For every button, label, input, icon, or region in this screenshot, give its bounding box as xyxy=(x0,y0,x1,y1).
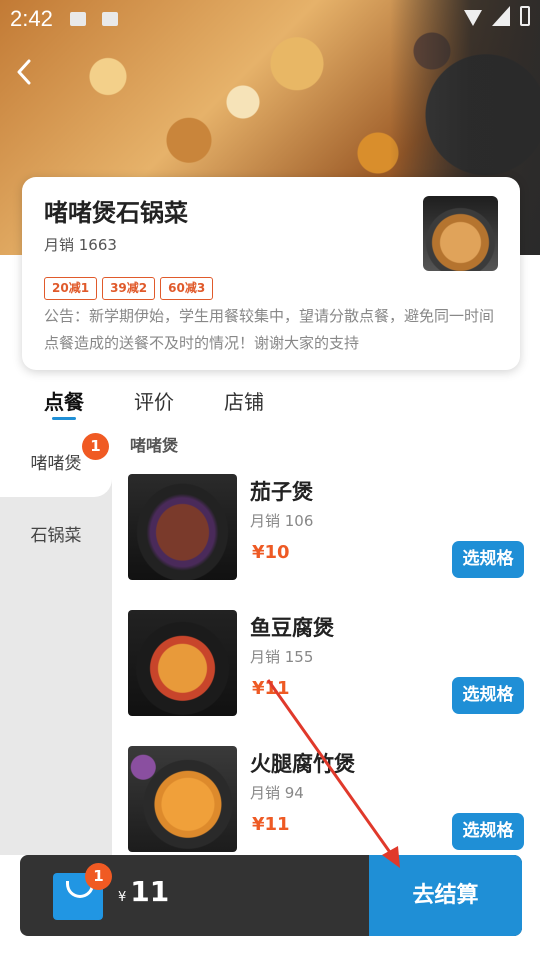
select-spec-button[interactable]: 选规格 xyxy=(452,541,524,578)
category-count-badge: 1 xyxy=(82,433,109,460)
cart-currency: ¥ xyxy=(118,890,127,905)
coupon-badge[interactable]: 39减2 xyxy=(102,277,156,300)
category-sidebar: 啫啫煲 石锅菜 xyxy=(0,425,112,855)
dish-price: ¥11 xyxy=(252,814,290,835)
shop-notice: 公告：新学期伊始，学生用餐较集中，望请分散点餐，避免同一时间点餐造成的送餐不及时… xyxy=(44,307,495,352)
dish-item[interactable]: 茄子煲 月销 106 ¥10 选规格 xyxy=(128,474,528,582)
category-label: 啫啫煲 xyxy=(30,453,82,474)
tab-bar: 点餐 评价 店铺 xyxy=(0,380,540,424)
dish-item[interactable]: 鱼豆腐煲 月销 155 ¥11 选规格 xyxy=(128,610,528,718)
keyboard-notification-icon xyxy=(102,12,118,26)
coupon-badge[interactable]: 60减3 xyxy=(160,277,214,300)
dish-name: 火腿腐竹煲 xyxy=(250,752,355,776)
select-spec-button[interactable]: 选规格 xyxy=(452,677,524,714)
select-spec-button[interactable]: 选规格 xyxy=(452,813,524,850)
tab-indicator xyxy=(52,417,76,420)
coupon-badge[interactable]: 20减1 xyxy=(44,277,98,300)
gallery-notification-icon xyxy=(70,12,86,26)
dish-sales: 月销 94 xyxy=(250,784,304,802)
tab-store[interactable]: 店铺 xyxy=(224,386,264,415)
dish-sales: 月销 155 xyxy=(250,648,314,666)
category-item-shiguocai[interactable]: 石锅菜 xyxy=(0,497,112,569)
menu-section-title: 啫啫煲 xyxy=(130,436,179,455)
cart-count-badge: 1 xyxy=(85,863,112,890)
dish-name: 茄子煲 xyxy=(250,480,313,504)
status-bar: 2:42 xyxy=(0,0,540,36)
signal-icon xyxy=(492,6,510,26)
cart-amount: 11 xyxy=(130,875,170,908)
checkout-button[interactable]: 去结算 xyxy=(369,855,522,936)
category-label: 石锅菜 xyxy=(30,525,82,546)
dish-price: ¥11 xyxy=(252,678,290,699)
shop-thumbnail xyxy=(423,196,498,271)
back-arrow-icon xyxy=(17,59,31,85)
shop-monthly-sales: 月销 1663 xyxy=(44,236,117,254)
status-icons xyxy=(464,6,530,26)
dish-name: 鱼豆腐煲 xyxy=(250,616,334,640)
battery-icon xyxy=(520,6,530,26)
shop-info-card: 啫啫煲石锅菜 月销 1663 20减1 39减2 60减3 公告：新学期伊始，学… xyxy=(22,177,520,370)
dish-image xyxy=(128,610,237,716)
dish-image xyxy=(128,474,237,580)
dish-price: ¥10 xyxy=(252,542,290,563)
tab-reviews[interactable]: 评价 xyxy=(134,386,174,415)
back-button[interactable] xyxy=(12,56,36,88)
coupon-list: 20减1 39减2 60减3 xyxy=(44,277,214,300)
dish-item[interactable]: 火腿腐竹煲 月销 94 ¥11 选规格 xyxy=(128,746,528,854)
shop-name: 啫啫煲石锅菜 xyxy=(44,199,188,227)
status-time: 2:42 xyxy=(10,6,53,31)
cart-total: ¥ 11 xyxy=(118,875,169,908)
dish-sales: 月销 106 xyxy=(250,512,314,530)
dish-image xyxy=(128,746,237,852)
wifi-icon xyxy=(464,10,482,26)
tab-order[interactable]: 点餐 xyxy=(44,386,84,415)
